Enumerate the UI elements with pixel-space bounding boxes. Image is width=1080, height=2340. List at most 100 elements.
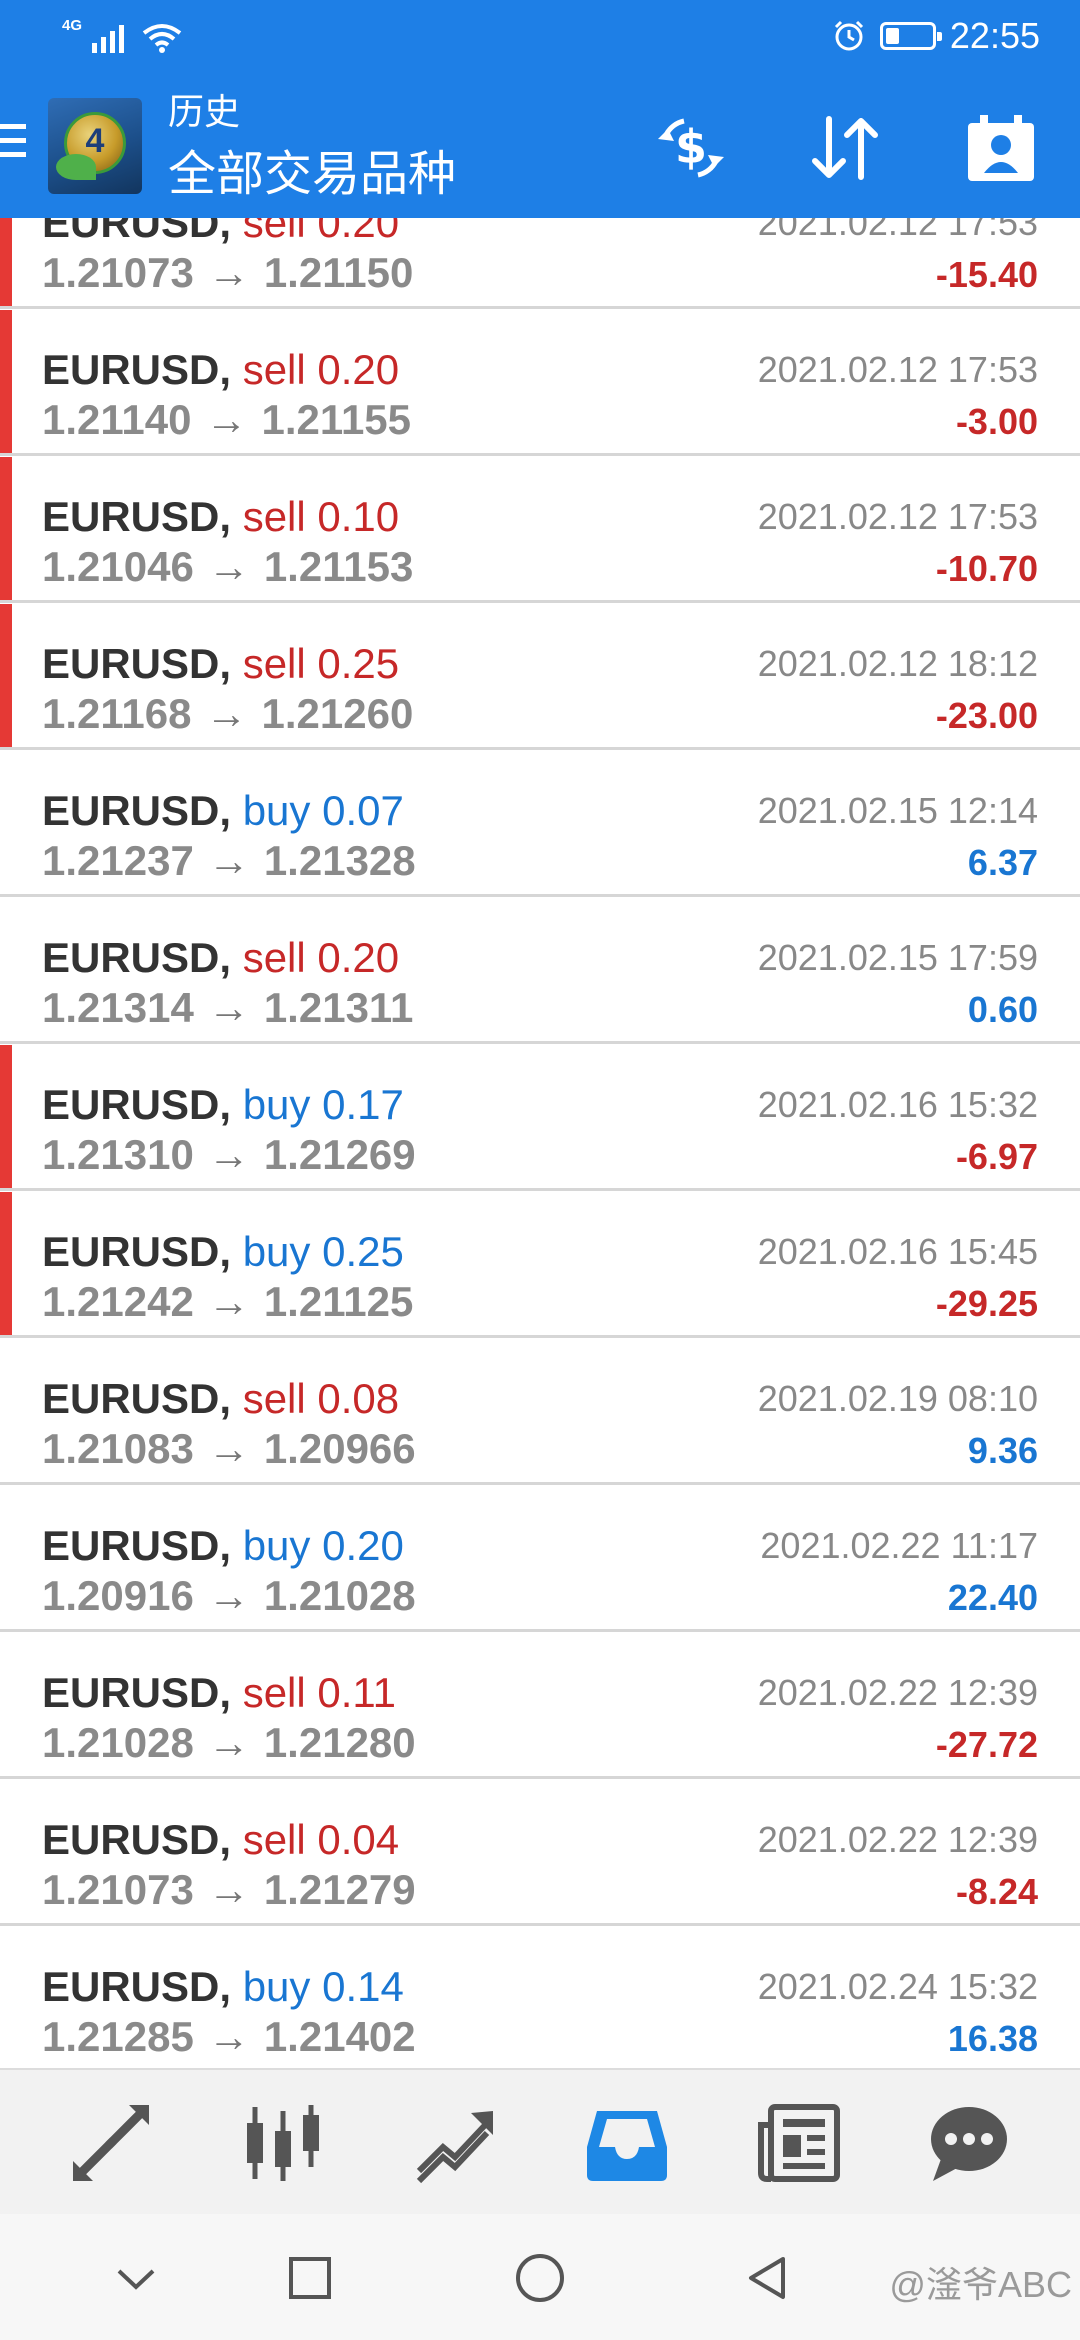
- page-subtitle: 历史: [168, 91, 241, 132]
- trade-type: sell: [242, 1375, 306, 1422]
- trade-profit: 16.38: [947, 2018, 1038, 2059]
- trade-row[interactable]: EURUSD, buy 0.25 1.21242 → 1.21125 2021.02.1…: [0, 1192, 1080, 1338]
- trade-volume-gap: [306, 1669, 318, 1716]
- trade-title: EURUSD, buy 0.25: [42, 1228, 404, 1276]
- trade-title: EURUSD, sell 0.25: [42, 640, 399, 688]
- trade-prices: 1.21314 → 1.21311: [42, 984, 413, 1032]
- trade-time: 2021.02.22 12:39: [757, 1819, 1038, 1860]
- separator: ,: [219, 1963, 243, 2010]
- trade-type: sell: [242, 346, 306, 393]
- trade-prices: 1.21073 → 1.21279: [42, 1866, 416, 1914]
- arrow-right-icon: →: [207, 984, 250, 1031]
- close-price: 1.21311: [263, 984, 414, 1031]
- open-price: 1.20916: [42, 1572, 194, 1619]
- trade-symbol: EURUSD: [42, 218, 220, 246]
- trade-row[interactable]: EURUSD, buy 0.14 1.21285 → 1.21402 2021.02.2…: [0, 1927, 1080, 2068]
- trade-volume: 0.07: [322, 787, 404, 834]
- arrow-right-icon: →: [207, 1131, 250, 1178]
- trade-row[interactable]: EURUSD, buy 0.07 1.21237 → 1.21328 2021.02.1…: [0, 751, 1080, 897]
- separator: ,: [219, 1375, 243, 1422]
- trade-time: 2021.02.16 15:32: [757, 1084, 1038, 1125]
- trade-row[interactable]: EURUSD, buy 0.20 1.20916 → 1.21028 2021.02.2…: [0, 1486, 1080, 1632]
- account-icon[interactable]: [958, 110, 1044, 186]
- trade-volume: 0.25: [322, 1228, 404, 1275]
- arrow-right-icon: →: [207, 249, 250, 296]
- separator: ,: [219, 218, 243, 246]
- open-price: 1.21242: [42, 1278, 194, 1325]
- news-icon[interactable]: [744, 2088, 854, 2198]
- trade-volume: 0.14: [322, 1963, 404, 2010]
- trade-volume-gap: [306, 1816, 318, 1863]
- currency-exchange-icon[interactable]: $: [648, 110, 734, 186]
- trade-row[interactable]: EURUSD, buy 0.17 1.21310 → 1.21269 2021.02.1…: [0, 1045, 1080, 1191]
- sort-icon[interactable]: [802, 110, 888, 186]
- trade-symbol: EURUSD: [42, 787, 220, 834]
- trade-time: 2021.02.12 17:53: [757, 496, 1038, 537]
- trade-volume-gap: [310, 1081, 322, 1128]
- chart-icon[interactable]: [228, 2088, 338, 2198]
- trade-profit: -10.70: [935, 548, 1038, 589]
- trade-history-list[interactable]: EURUSD, sell 0.20 1.21073 → 1.21150 2021.02.…: [0, 218, 1080, 2068]
- arrow-right-icon: →: [207, 1866, 250, 1913]
- trade-title: EURUSD, sell 0.10: [42, 493, 399, 541]
- trade-symbol: EURUSD: [42, 493, 220, 540]
- separator: ,: [219, 493, 243, 540]
- quotes-icon[interactable]: [56, 2088, 166, 2198]
- system-nav-bar: @滏爷ABC: [0, 2214, 1080, 2340]
- trade-title: EURUSD, sell 0.08: [42, 1375, 399, 1423]
- chat-icon[interactable]: [914, 2088, 1024, 2198]
- arrow-right-icon: →: [207, 1278, 250, 1325]
- separator: ,: [219, 934, 243, 981]
- arrow-right-icon: →: [207, 1572, 250, 1619]
- trade-row[interactable]: EURUSD, sell 0.20 1.21314 → 1.21311 2021.02.…: [0, 898, 1080, 1044]
- trade-type: buy: [242, 787, 311, 834]
- battery-level: [885, 28, 899, 44]
- trade-prices: 1.21242 → 1.21125: [42, 1278, 413, 1326]
- recent-apps-icon[interactable]: [274, 2242, 346, 2314]
- trade-row[interactable]: EURUSD, sell 0.08 1.21083 → 1.20966 2021.02.…: [0, 1339, 1080, 1485]
- collapse-icon[interactable]: [100, 2242, 172, 2314]
- trade-symbol: EURUSD: [42, 1228, 220, 1275]
- trade-type: buy: [242, 1081, 311, 1128]
- trade-row[interactable]: EURUSD, sell 0.11 1.21028 → 1.21280 2021.02.…: [0, 1633, 1080, 1779]
- trade-row[interactable]: EURUSD, sell 0.10 1.21046 → 1.21153 2021.02.…: [0, 457, 1080, 603]
- trade-type: sell: [242, 218, 306, 246]
- close-price: 1.21153: [263, 543, 414, 590]
- trade-row[interactable]: EURUSD, sell 0.25 1.21168 → 1.21260 2021.02.…: [0, 604, 1080, 750]
- home-icon[interactable]: [504, 2242, 576, 2314]
- separator: ,: [219, 640, 243, 687]
- close-price: 1.21328: [263, 837, 416, 884]
- trade-row[interactable]: EURUSD, sell 0.20 1.21073 → 1.21150 2021.02.…: [0, 218, 1080, 309]
- page-title[interactable]: 全部交易品种: [168, 148, 456, 202]
- wifi-icon: [142, 24, 182, 53]
- arrow-right-icon: →: [207, 837, 250, 884]
- trade-row[interactable]: EURUSD, sell 0.04 1.21073 → 1.21279 2021.02.…: [0, 1780, 1080, 1926]
- open-price: 1.21073: [42, 249, 194, 296]
- trade-row[interactable]: EURUSD, sell 0.20 1.21140 → 1.21155 2021.02.…: [0, 310, 1080, 456]
- status-signals: 4G: [62, 18, 182, 53]
- trade-volume-gap: [310, 787, 322, 834]
- network-type: 4G: [62, 17, 83, 34]
- trade-profit: -29.25: [935, 1283, 1038, 1324]
- separator: ,: [219, 1816, 243, 1863]
- separator: ,: [219, 1522, 243, 1569]
- trade-prices: 1.21028 → 1.21280: [42, 1719, 416, 1767]
- arrow-right-icon: →: [207, 1719, 250, 1766]
- trade-time: 2021.02.15 12:14: [757, 790, 1038, 831]
- arrow-right-icon: →: [207, 1425, 250, 1472]
- trade-icon[interactable]: [400, 2088, 510, 2198]
- trade-volume-gap: [310, 1963, 322, 2010]
- trade-title: EURUSD, buy 0.17: [42, 1081, 404, 1129]
- back-icon[interactable]: [732, 2242, 804, 2314]
- svg-text:$: $: [675, 120, 707, 174]
- separator: ,: [219, 1669, 243, 1716]
- close-price: 1.21260: [261, 690, 414, 737]
- trade-type: buy: [242, 1228, 311, 1275]
- menu-icon[interactable]: [0, 124, 26, 166]
- trade-prices: 1.21310 → 1.21269: [42, 1131, 416, 1179]
- trade-type: sell: [242, 493, 306, 540]
- history-icon[interactable]: [572, 2088, 682, 2198]
- trade-profit: 22.40: [947, 1577, 1038, 1618]
- clock: 22:55: [949, 15, 1040, 56]
- trade-title: EURUSD, sell 0.11: [42, 1669, 396, 1717]
